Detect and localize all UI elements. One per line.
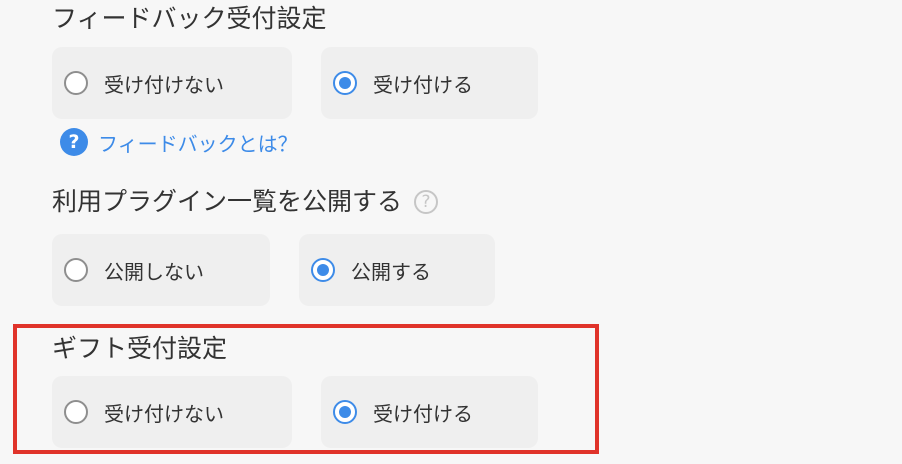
feedback-option-off-label: 受け付けない bbox=[104, 72, 224, 97]
gift-option-on[interactable]: 受け付ける bbox=[321, 376, 538, 448]
radio-unchecked-icon[interactable] bbox=[64, 400, 88, 424]
question-circle-icon: ? bbox=[60, 128, 88, 156]
plugins-section-title: 利用プラグイン一覧を公開する ? bbox=[52, 186, 439, 218]
question-circle-outline-icon[interactable]: ? bbox=[414, 190, 439, 214]
plugins-option-off[interactable]: 公開しない bbox=[52, 234, 270, 306]
feedback-section-title: フィードバック受付設定 bbox=[52, 4, 327, 33]
plugins-option-on[interactable]: 公開する bbox=[299, 234, 495, 306]
feedback-option-on-label: 受け付ける bbox=[373, 72, 473, 97]
feedback-help-link-text[interactable]: フィードバックとは？ bbox=[98, 128, 298, 157]
gift-option-off-label: 受け付けない bbox=[104, 401, 224, 426]
feedback-option-on[interactable]: 受け付ける bbox=[321, 47, 538, 119]
feedback-option-off[interactable]: 受け付けない bbox=[52, 47, 292, 119]
radio-checked-icon[interactable] bbox=[311, 258, 335, 282]
gift-option-on-label: 受け付ける bbox=[373, 401, 473, 426]
radio-checked-icon[interactable] bbox=[333, 400, 357, 424]
plugins-option-off-label: 公開しない bbox=[104, 259, 204, 284]
plugins-section-title-text: 利用プラグイン一覧を公開する bbox=[52, 187, 403, 216]
radio-checked-icon[interactable] bbox=[333, 71, 357, 95]
plugins-option-on-label: 公開する bbox=[351, 259, 431, 284]
radio-unchecked-icon[interactable] bbox=[64, 71, 88, 95]
gift-option-off[interactable]: 受け付けない bbox=[52, 376, 292, 448]
radio-unchecked-icon[interactable] bbox=[64, 258, 88, 282]
gift-section-title: ギフト受付設定 bbox=[52, 334, 228, 363]
feedback-help-link[interactable]: ? フィードバックとは？ bbox=[60, 127, 298, 157]
